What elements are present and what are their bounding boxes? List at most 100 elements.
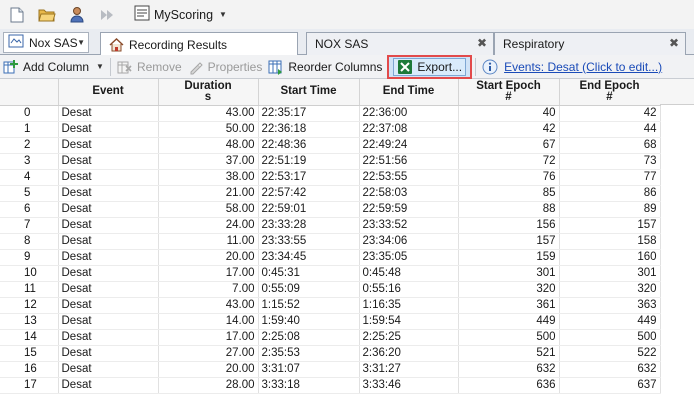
table-cell[interactable]: 160 — [559, 249, 661, 266]
table-cell[interactable]: 632 — [458, 361, 560, 378]
table-cell[interactable]: 1:16:35 — [359, 297, 459, 314]
table-cell[interactable]: 88 — [458, 201, 560, 218]
table-cell[interactable]: 43.00 — [158, 105, 259, 122]
table-cell[interactable]: 3:33:46 — [359, 377, 459, 394]
table-row[interactable]: 14 Desat 17.00 2:25:08 2:25:25 500 500 — [0, 329, 661, 346]
table-cell[interactable]: 0:45:31 — [258, 265, 360, 282]
table-cell[interactable]: 42 — [458, 121, 560, 138]
column-header[interactable]: End Time — [359, 79, 459, 106]
table-row[interactable]: 11 Desat 7.00 0:55:09 0:55:16 320 320 — [0, 281, 661, 298]
table-cell[interactable]: 2:36:20 — [359, 345, 459, 362]
table-cell[interactable]: 22:36:00 — [359, 105, 459, 122]
table-cell[interactable]: 77 — [559, 169, 661, 186]
column-header[interactable]: Start Time — [258, 79, 360, 106]
table-row[interactable]: 5 Desat 21.00 22:57:42 22:58:03 85 86 — [0, 185, 661, 202]
properties-button[interactable]: Properties — [185, 56, 266, 78]
column-header[interactable]: Event — [58, 79, 159, 106]
table-cell[interactable]: 22:36:18 — [258, 121, 360, 138]
table-cell[interactable]: 301 — [559, 265, 661, 282]
table-cell[interactable]: 23:34:06 — [359, 233, 459, 250]
table-row[interactable]: 16 Desat 20.00 3:31:07 3:31:27 632 632 — [0, 361, 661, 378]
table-cell[interactable]: Desat — [58, 297, 159, 314]
table-cell[interactable]: 3:31:07 — [258, 361, 360, 378]
table-row[interactable]: 7 Desat 24.00 23:33:28 23:33:52 156 157 — [0, 217, 661, 234]
table-row[interactable]: 0 Desat 43.00 22:35:17 22:36:00 40 42 — [0, 105, 661, 122]
tab-nox-sas[interactable]: NOX SAS ✖ — [306, 32, 494, 55]
table-row[interactable]: 3 Desat 37.00 22:51:19 22:51:56 72 73 — [0, 153, 661, 170]
table-cell[interactable]: 20.00 — [158, 249, 259, 266]
table-cell[interactable]: Desat — [58, 233, 159, 250]
scoring-dropdown[interactable]: MyScoring ▼ — [130, 4, 231, 26]
table-cell[interactable]: 0:55:09 — [258, 281, 360, 298]
table-cell[interactable]: 500 — [458, 329, 560, 346]
table-cell[interactable]: 38.00 — [158, 169, 259, 186]
table-cell[interactable]: 68 — [559, 137, 661, 154]
events-filter-link[interactable]: Events: Desat (Click to edit...) — [479, 56, 665, 78]
table-cell[interactable]: 43.00 — [158, 297, 259, 314]
remove-button[interactable]: Remove — [114, 56, 185, 78]
table-cell[interactable]: 72 — [458, 153, 560, 170]
table-cell[interactable]: 156 — [458, 217, 560, 234]
table-cell[interactable]: 48.00 — [158, 137, 259, 154]
table-cell[interactable]: 632 — [559, 361, 661, 378]
table-row[interactable]: 8 Desat 11.00 23:33:55 23:34:06 157 158 — [0, 233, 661, 250]
table-cell[interactable]: 361 — [458, 297, 560, 314]
table-cell[interactable]: 22:51:19 — [258, 153, 360, 170]
table-cell[interactable]: Desat — [58, 329, 159, 346]
table-cell[interactable]: 20.00 — [158, 361, 259, 378]
table-cell[interactable]: 14.00 — [158, 313, 259, 330]
table-row[interactable]: 15 Desat 27.00 2:35:53 2:36:20 521 522 — [0, 345, 661, 362]
table-cell[interactable]: 24.00 — [158, 217, 259, 234]
table-cell[interactable]: 320 — [559, 281, 661, 298]
table-cell[interactable]: 363 — [559, 297, 661, 314]
table-cell[interactable]: 301 — [458, 265, 560, 282]
table-cell[interactable]: 44 — [559, 121, 661, 138]
table-cell[interactable]: 67 — [458, 137, 560, 154]
table-cell[interactable]: 22:48:36 — [258, 137, 360, 154]
table-cell[interactable]: Desat — [58, 361, 159, 378]
table-cell[interactable]: 40 — [458, 105, 560, 122]
table-cell[interactable]: 637 — [559, 377, 661, 394]
table-cell[interactable]: Desat — [58, 153, 159, 170]
table-row[interactable]: 12 Desat 43.00 1:15:52 1:16:35 361 363 — [0, 297, 661, 314]
table-cell[interactable]: 50.00 — [158, 121, 259, 138]
table-cell[interactable]: Desat — [58, 121, 159, 138]
column-header[interactable]: Duration s — [158, 79, 259, 106]
table-cell[interactable]: Desat — [58, 313, 159, 330]
table-cell[interactable]: 0:55:16 — [359, 281, 459, 298]
table-cell[interactable]: Desat — [58, 137, 159, 154]
close-icon[interactable]: ✖ — [477, 36, 487, 50]
table-cell[interactable]: 22:53:17 — [258, 169, 360, 186]
table-row[interactable]: 10 Desat 17.00 0:45:31 0:45:48 301 301 — [0, 265, 661, 282]
table-cell[interactable]: 1:15:52 — [258, 297, 360, 314]
table-cell[interactable]: 521 — [458, 345, 560, 362]
table-row[interactable]: 6 Desat 58.00 22:59:01 22:59:59 88 89 — [0, 201, 661, 218]
table-cell[interactable]: Desat — [58, 105, 159, 122]
table-cell[interactable]: 2:25:08 — [258, 329, 360, 346]
reorder-columns-button[interactable]: Reorder Columns — [265, 56, 385, 78]
add-column-button[interactable]: Add Column ▼ — [0, 56, 107, 78]
table-cell[interactable]: Desat — [58, 249, 159, 266]
table-cell[interactable]: 1:59:40 — [258, 313, 360, 330]
table-cell[interactable]: 500 — [559, 329, 661, 346]
table-cell[interactable]: Desat — [58, 169, 159, 186]
table-cell[interactable]: 320 — [458, 281, 560, 298]
table-cell[interactable]: 22:59:59 — [359, 201, 459, 218]
table-cell[interactable]: 22:35:17 — [258, 105, 360, 122]
table-cell[interactable]: 23:34:45 — [258, 249, 360, 266]
table-cell[interactable]: 21.00 — [158, 185, 259, 202]
table-row[interactable]: 2 Desat 48.00 22:48:36 22:49:24 67 68 — [0, 137, 661, 154]
table-cell[interactable]: 73 — [559, 153, 661, 170]
table-cell[interactable]: 89 — [559, 201, 661, 218]
user-icon[interactable] — [66, 4, 88, 26]
table-cell[interactable]: 76 — [458, 169, 560, 186]
table-cell[interactable]: 22:53:55 — [359, 169, 459, 186]
table-cell[interactable]: 157 — [559, 217, 661, 234]
table-row[interactable]: 1 Desat 50.00 22:36:18 22:37:08 42 44 — [0, 121, 661, 138]
table-cell[interactable]: 22:57:42 — [258, 185, 360, 202]
table-cell[interactable]: Desat — [58, 377, 159, 394]
table-cell[interactable]: Desat — [58, 281, 159, 298]
tab-recording-results[interactable]: Recording Results — [100, 32, 298, 56]
table-cell[interactable]: 22:59:01 — [258, 201, 360, 218]
table-cell[interactable]: 1:59:54 — [359, 313, 459, 330]
